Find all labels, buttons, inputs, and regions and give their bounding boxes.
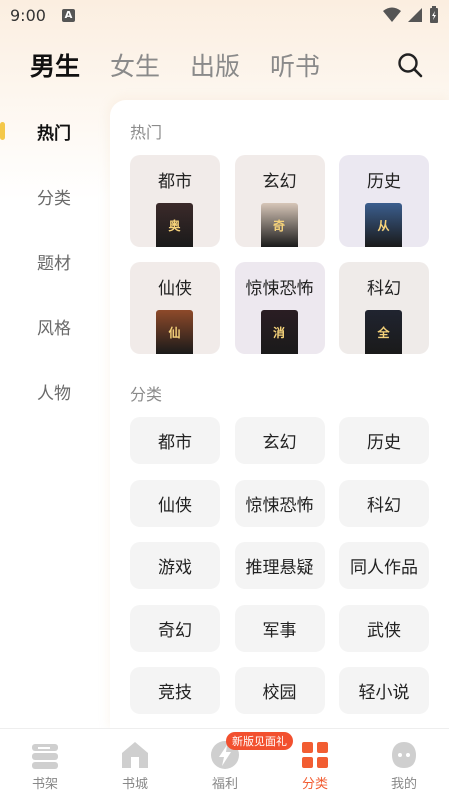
profile-icon xyxy=(392,742,416,768)
sidebar-item-style[interactable]: 风格 xyxy=(0,306,110,346)
category-button[interactable]: 都市 xyxy=(130,417,220,464)
sidebar-item-hot[interactable]: 热门 xyxy=(0,111,110,151)
category-button[interactable]: 军事 xyxy=(234,604,325,652)
book-cover-image: 奇 xyxy=(260,203,298,247)
category-button[interactable]: 同人作品 xyxy=(339,542,429,589)
top-tabs: 男生 女生 出版 听书 xyxy=(0,42,449,88)
category-button[interactable]: 竞技 xyxy=(130,667,220,714)
book-cover-title: 奇 xyxy=(272,219,285,233)
hot-card-fantasy[interactable]: 玄幻奇 xyxy=(234,155,325,247)
book-cover-title: 奥 xyxy=(168,219,181,233)
category-icon xyxy=(302,742,328,768)
hot-card-label: 科幻 xyxy=(367,279,401,299)
category-button[interactable]: 游戏 xyxy=(130,542,220,589)
welfare-badge: 新版见面礼 xyxy=(226,732,293,750)
hot-card-label: 玄幻 xyxy=(262,172,297,192)
category-button[interactable]: 校园 xyxy=(234,667,325,714)
category-button[interactable]: 玄幻 xyxy=(234,417,325,464)
status-bar: 9:00 A xyxy=(0,0,449,30)
hot-card-label: 都市 xyxy=(158,172,192,192)
nav-label: 福利 xyxy=(211,777,238,792)
book-cover-title: 全 xyxy=(377,326,390,340)
bottom-nav: 书架 书城 福利 分类 我的 新版见面礼 xyxy=(0,728,449,798)
sidebar-item-theme[interactable]: 题材 xyxy=(0,241,110,281)
sidebar-item-category[interactable]: 分类 xyxy=(0,176,110,216)
book-cover-image: 奥 xyxy=(156,203,193,247)
tab-audiobook[interactable]: 听书 xyxy=(270,47,320,83)
category-button[interactable]: 推理悬疑 xyxy=(234,542,325,589)
book-cover-image: 仙 xyxy=(156,310,193,354)
category-button[interactable]: 科幻 xyxy=(339,479,429,527)
book-cover-title: 从 xyxy=(377,219,390,233)
tab-female[interactable]: 女生 xyxy=(110,47,160,83)
wifi-icon xyxy=(383,7,401,22)
category-button[interactable]: 仙侠 xyxy=(130,479,220,527)
signal-icon xyxy=(408,8,422,22)
tab-publish[interactable]: 出版 xyxy=(190,47,240,83)
hot-card-horror[interactable]: 惊悚恐怖消 xyxy=(234,262,325,354)
nav-label: 书架 xyxy=(31,777,58,792)
bookstore-icon xyxy=(122,742,148,768)
hot-card-city[interactable]: 都市奥 xyxy=(130,155,220,247)
category-button[interactable]: 奇幻 xyxy=(130,604,220,652)
search-icon[interactable] xyxy=(397,52,423,78)
hot-card-label: 仙侠 xyxy=(158,279,192,299)
hot-card-xianxia[interactable]: 仙侠仙 xyxy=(130,262,220,354)
hot-card-label: 惊悚恐怖 xyxy=(245,279,314,299)
nav-label: 分类 xyxy=(301,777,328,792)
category-button[interactable]: 武侠 xyxy=(339,604,429,652)
nav-label: 我的 xyxy=(390,777,417,792)
nav-bookshelf[interactable]: 书架 xyxy=(0,729,90,798)
category-button[interactable]: 轻小说 xyxy=(339,667,429,714)
nav-label: 书城 xyxy=(121,777,148,792)
hot-card-scifi[interactable]: 科幻全 xyxy=(339,262,429,354)
category-button[interactable]: 惊悚恐怖 xyxy=(234,479,325,527)
book-cover-image: 消 xyxy=(260,310,298,354)
category-section-title: 分类 xyxy=(130,385,163,404)
tab-male[interactable]: 男生 xyxy=(30,47,80,83)
hot-card-label: 历史 xyxy=(367,172,401,192)
content-panel: 热门 都市奥玄幻奇历史从仙侠仙惊悚恐怖消科幻全 分类 都市 玄幻 历史 仙侠 惊悚恐怖科… xyxy=(110,100,449,730)
hot-card-history[interactable]: 历史从 xyxy=(339,155,429,247)
category-button[interactable]: 历史 xyxy=(339,417,429,464)
book-cover-image: 全 xyxy=(365,310,402,354)
sidebar: 热门 分类 题材 风格 人物 xyxy=(0,98,110,728)
nav-profile[interactable]: 我的 xyxy=(359,729,449,798)
bookshelf-icon xyxy=(32,744,58,769)
sidebar-item-character[interactable]: 人物 xyxy=(0,371,110,411)
nav-bookstore[interactable]: 书城 xyxy=(90,729,180,798)
status-icons xyxy=(383,6,439,24)
book-cover-image: 从 xyxy=(365,203,402,247)
book-cover-title: 仙 xyxy=(168,326,181,340)
status-time: 9:00 xyxy=(10,5,46,25)
book-cover-title: 消 xyxy=(272,326,285,340)
hot-section-title: 热门 xyxy=(130,123,163,142)
notification-icon: A xyxy=(61,8,75,22)
battery-icon xyxy=(430,6,438,23)
